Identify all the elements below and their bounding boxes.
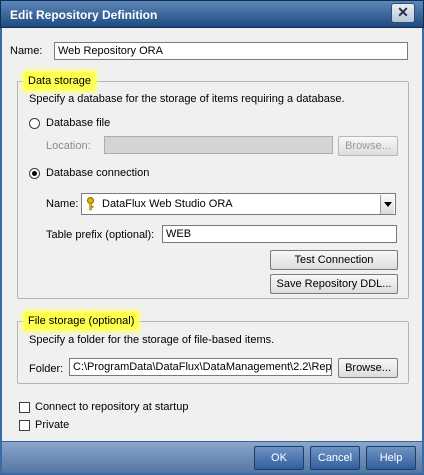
- cancel-button[interactable]: Cancel: [310, 446, 360, 470]
- connect-startup-checkbox[interactable]: [19, 402, 30, 413]
- dialog-body: Name: Web Repository ORA Data storage Sp…: [0, 28, 424, 475]
- location-label: Location:: [46, 140, 91, 152]
- window-title: Edit Repository Definition: [10, 8, 158, 22]
- file-storage-legend: File storage (optional): [24, 312, 139, 330]
- data-storage-description: Specify a database for the storage of it…: [29, 93, 345, 105]
- folder-label: Folder:: [29, 363, 64, 375]
- footer-bar: OK Cancel Help: [2, 441, 422, 473]
- title-bar: Edit Repository Definition ✕: [0, 0, 424, 28]
- help-button[interactable]: Help: [366, 446, 416, 470]
- test-connection-button[interactable]: Test Connection: [270, 250, 398, 270]
- key-icon: [87, 197, 94, 211]
- connection-select[interactable]: DataFlux Web Studio ORA: [81, 193, 396, 215]
- database-connection-radio[interactable]: [29, 168, 40, 179]
- folder-browse-button[interactable]: Browse...: [338, 358, 398, 378]
- table-prefix-label: Table prefix (optional):: [46, 229, 155, 241]
- location-browse-button[interactable]: Browse...: [338, 136, 398, 156]
- private-checkbox[interactable]: [19, 420, 30, 431]
- save-repository-ddl-button[interactable]: Save Repository DDL...: [270, 274, 398, 294]
- close-icon: ✕: [397, 4, 409, 20]
- file-storage-description: Specify a folder for the storage of file…: [29, 334, 275, 346]
- database-file-radio[interactable]: [29, 118, 40, 129]
- connect-startup-label: Connect to repository at startup: [35, 401, 189, 413]
- data-storage-legend: Data storage: [24, 72, 95, 90]
- chevron-down-icon[interactable]: [380, 195, 394, 214]
- table-prefix-input[interactable]: WEB: [162, 225, 397, 243]
- name-input[interactable]: Web Repository ORA: [54, 42, 408, 60]
- folder-input[interactable]: C:\ProgramData\DataFlux\DataManagement\2…: [69, 358, 332, 376]
- connection-select-value: DataFlux Web Studio ORA: [102, 198, 233, 210]
- name-label: Name:: [10, 45, 43, 57]
- private-label: Private: [35, 419, 70, 431]
- ok-button[interactable]: OK: [254, 446, 304, 470]
- close-button[interactable]: ✕: [391, 3, 415, 23]
- connection-name-label: Name:: [46, 198, 79, 210]
- database-connection-label: Database connection: [46, 167, 150, 179]
- database-file-label: Database file: [46, 117, 111, 129]
- location-input[interactable]: [104, 136, 333, 154]
